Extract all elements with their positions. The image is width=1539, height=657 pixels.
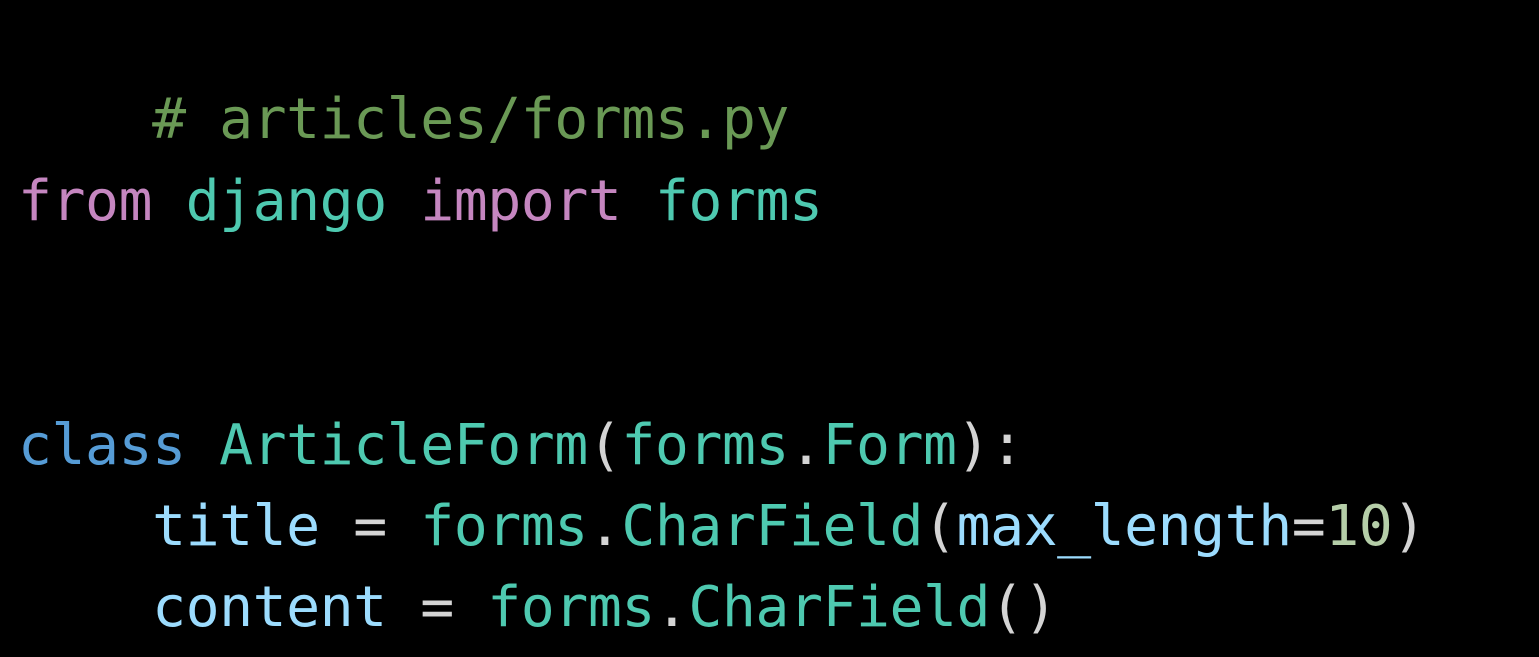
colon: : — [990, 413, 1024, 478]
comment-token: # articles/forms.py — [152, 87, 789, 152]
code-editor: # articles/forms.py from django import f… — [0, 0, 1539, 657]
dot: . — [587, 494, 622, 559]
title-variable: title — [152, 494, 320, 559]
from-keyword: from — [18, 169, 153, 234]
charfield-class: CharField — [621, 494, 924, 559]
code-line-7: title = forms.CharField(max_length=10) — [18, 487, 1426, 567]
code-line-3: from django import forms — [18, 162, 823, 242]
code-line-6: class ArticleForm(forms.Form): — [18, 406, 1024, 486]
module-name: django — [185, 169, 388, 234]
charfield-class: CharField — [688, 575, 991, 640]
class-name: ArticleForm — [219, 413, 588, 478]
code-line-1: # articles/forms.py — [18, 0, 789, 152]
class-keyword: class — [18, 413, 186, 478]
paren-open: ( — [587, 413, 622, 478]
forms-module: forms — [420, 494, 588, 559]
paren-close: ) — [1392, 494, 1426, 559]
base-module: forms — [621, 413, 789, 478]
paren-close: ) — [956, 413, 991, 478]
equals-operator: = — [1291, 494, 1326, 559]
code-line-8: content = forms.CharField() — [18, 568, 1058, 648]
content-variable: content — [152, 575, 387, 640]
forms-module: forms — [487, 575, 655, 640]
imported-name: forms — [654, 169, 823, 234]
call-parens: () — [990, 575, 1058, 640]
max-length-kwarg: max_length — [956, 494, 1293, 559]
number-literal: 10 — [1325, 494, 1393, 559]
import-keyword: import — [420, 169, 622, 234]
assign-operator: = — [386, 575, 488, 640]
paren-open: ( — [923, 494, 957, 559]
dot: . — [654, 575, 689, 640]
assign-operator: = — [319, 494, 421, 559]
dot: . — [788, 413, 823, 478]
base-class: Form — [822, 413, 957, 478]
